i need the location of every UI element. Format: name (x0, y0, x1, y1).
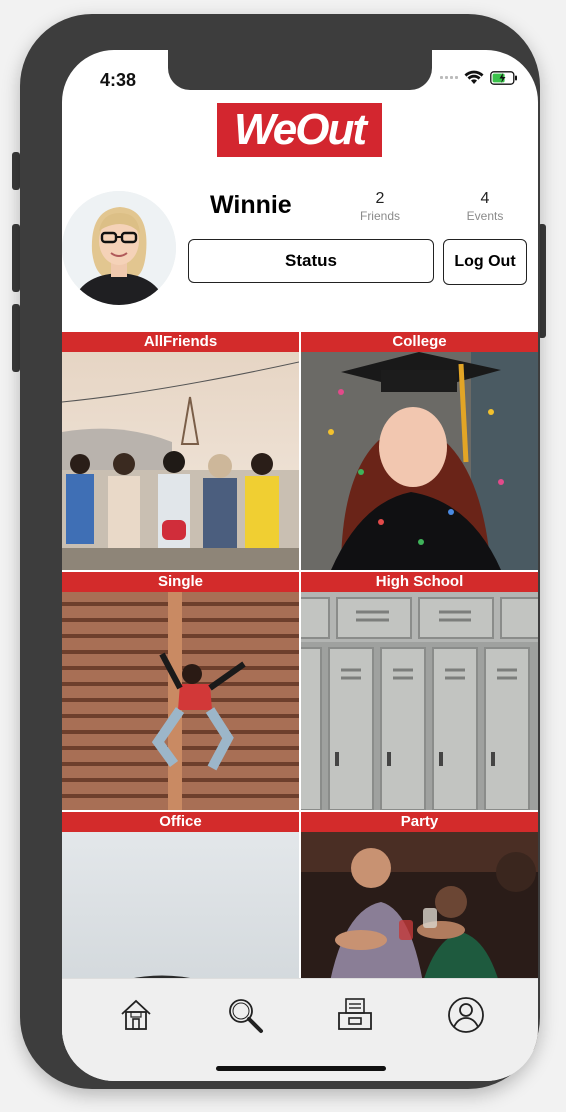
volume-up-button (12, 224, 20, 292)
friends-label: Friends (359, 209, 400, 223)
lockers-photo (301, 592, 538, 810)
group-title: High School (301, 572, 538, 592)
profile-icon[interactable] (446, 995, 486, 1035)
group-title: Party (301, 812, 538, 832)
events-stat[interactable]: 4 Events (450, 190, 520, 223)
group-title: College (301, 332, 538, 352)
group-title: AllFriends (62, 332, 299, 352)
profile-avatar[interactable] (62, 191, 176, 305)
group-tile-high-school[interactable]: High School (301, 572, 538, 810)
group-tile-college[interactable]: College (301, 332, 538, 570)
status-icons (440, 70, 518, 85)
avatar-image (62, 191, 176, 305)
friends-stat[interactable]: 2 Friends (345, 190, 415, 223)
group-tile-allfriends[interactable]: AllFriends (62, 332, 299, 570)
cellular-signal-icon (440, 76, 458, 79)
search-icon[interactable] (225, 995, 265, 1035)
friends-count: 2 (375, 190, 385, 207)
status-button[interactable]: Status (188, 239, 434, 283)
battery-charging-icon (490, 70, 517, 85)
home-indicator[interactable] (216, 1066, 386, 1071)
status-time: 4:38 (100, 70, 137, 90)
app-logo: WeOut (217, 103, 382, 157)
single-photo (62, 592, 299, 810)
inbox-icon[interactable] (335, 995, 375, 1035)
profile-username: Winnie (210, 191, 292, 219)
group-tile-single[interactable]: Single (62, 572, 299, 810)
friends-photo (62, 352, 299, 570)
group-title: Single (62, 572, 299, 592)
silent-switch (12, 152, 20, 190)
volume-down-button (12, 304, 20, 372)
wifi-icon (464, 70, 484, 84)
home-icon[interactable] (116, 995, 156, 1035)
group-title: Office (62, 812, 299, 832)
logout-button[interactable]: Log Out (443, 239, 527, 285)
app-screen: 4:38 WeOut Winnie 2 Friends 4 Events Sta… (62, 50, 538, 1081)
notch (168, 50, 432, 90)
graduate-photo (301, 352, 538, 570)
phone-frame: 4:38 WeOut Winnie 2 Friends 4 Events Sta… (20, 14, 540, 1089)
events-count: 4 (480, 190, 490, 207)
events-label: Events (466, 209, 504, 223)
